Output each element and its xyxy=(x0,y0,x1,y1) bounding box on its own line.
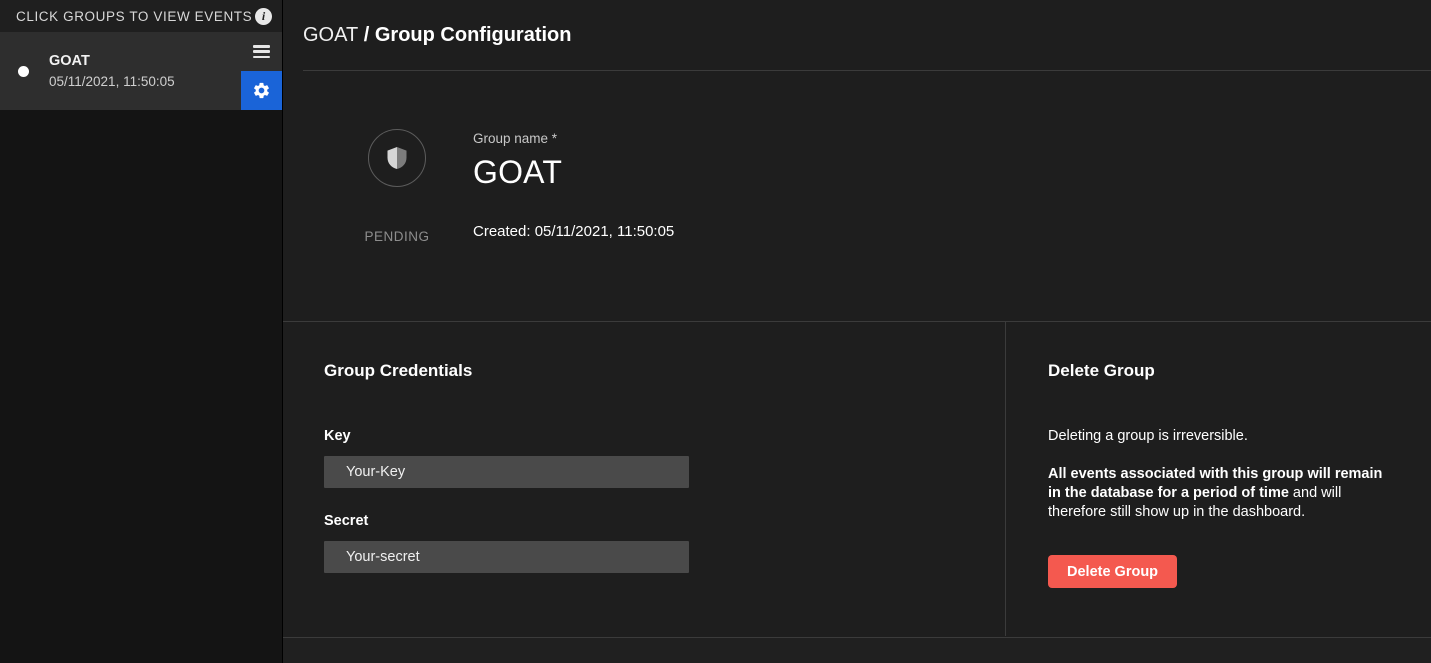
delete-panel: Delete Group Deleting a group is irrever… xyxy=(1006,322,1431,636)
delete-title: Delete Group xyxy=(1048,361,1155,380)
group-item-timestamp: 05/11/2021, 11:50:05 xyxy=(49,73,175,89)
status-dot xyxy=(18,65,29,77)
sidebar: CLICK GROUPS TO VIEW EVENTS i GOAT 05/11… xyxy=(0,0,283,663)
created-timestamp: Created: 05/11/2021, 11:50:05 xyxy=(473,223,675,240)
hamburger-icon xyxy=(253,45,270,58)
group-summary: PENDING Group name * GOAT Created: 05/11… xyxy=(283,71,1431,322)
group-item-main[interactable]: GOAT 05/11/2021, 11:50:05 xyxy=(0,32,241,110)
config-panels: Group Credentials Key Secret Delete Grou… xyxy=(283,322,1431,663)
status-badge: PENDING xyxy=(364,229,430,244)
key-label: Key xyxy=(324,428,351,444)
shield-icon xyxy=(387,147,407,169)
group-list: GOAT 05/11/2021, 11:50:05 xyxy=(0,32,282,110)
secret-label: Secret xyxy=(324,513,369,529)
main-content: GOAT / Group Configuration PENDING Group… xyxy=(283,0,1431,663)
key-input[interactable] xyxy=(324,456,689,488)
group-name-block: Group name * GOAT Created: 05/11/2021, 1… xyxy=(451,129,674,240)
delete-warning: All events associated with this group wi… xyxy=(1048,465,1398,522)
group-item-actions xyxy=(241,32,282,110)
credentials-panel: Group Credentials Key Secret xyxy=(283,322,1006,636)
delete-group-button[interactable]: Delete Group xyxy=(1048,555,1178,588)
list-item[interactable]: GOAT 05/11/2021, 11:50:05 xyxy=(0,32,282,110)
sidebar-header-title: CLICK GROUPS TO VIEW EVENTS xyxy=(16,8,253,24)
app-root: CLICK GROUPS TO VIEW EVENTS i GOAT 05/11… xyxy=(0,0,1431,663)
info-icon[interactable]: i xyxy=(255,7,272,25)
menu-button[interactable] xyxy=(241,32,282,71)
avatar-block: PENDING xyxy=(343,129,451,244)
secret-input[interactable] xyxy=(324,541,689,573)
footer-strip xyxy=(283,638,1431,663)
group-item-name: GOAT xyxy=(49,52,90,69)
gear-icon xyxy=(254,82,269,99)
breadcrumb-current: Group Configuration xyxy=(374,24,572,46)
main-header: GOAT / Group Configuration xyxy=(283,0,1431,71)
group-name-label: Group name * xyxy=(473,131,558,146)
group-name-value[interactable]: GOAT xyxy=(473,152,674,192)
group-item-text: GOAT 05/11/2021, 11:50:05 xyxy=(49,52,175,91)
sidebar-header: CLICK GROUPS TO VIEW EVENTS i xyxy=(0,0,282,32)
breadcrumb-root[interactable]: GOAT xyxy=(303,24,358,46)
delete-note: Deleting a group is irreversible. xyxy=(1048,428,1248,444)
breadcrumb: GOAT / Group Configuration xyxy=(303,24,572,47)
credentials-title: Group Credentials xyxy=(324,361,473,380)
settings-button[interactable] xyxy=(241,71,282,110)
breadcrumb-separator: / xyxy=(358,24,375,46)
avatar xyxy=(368,129,426,187)
